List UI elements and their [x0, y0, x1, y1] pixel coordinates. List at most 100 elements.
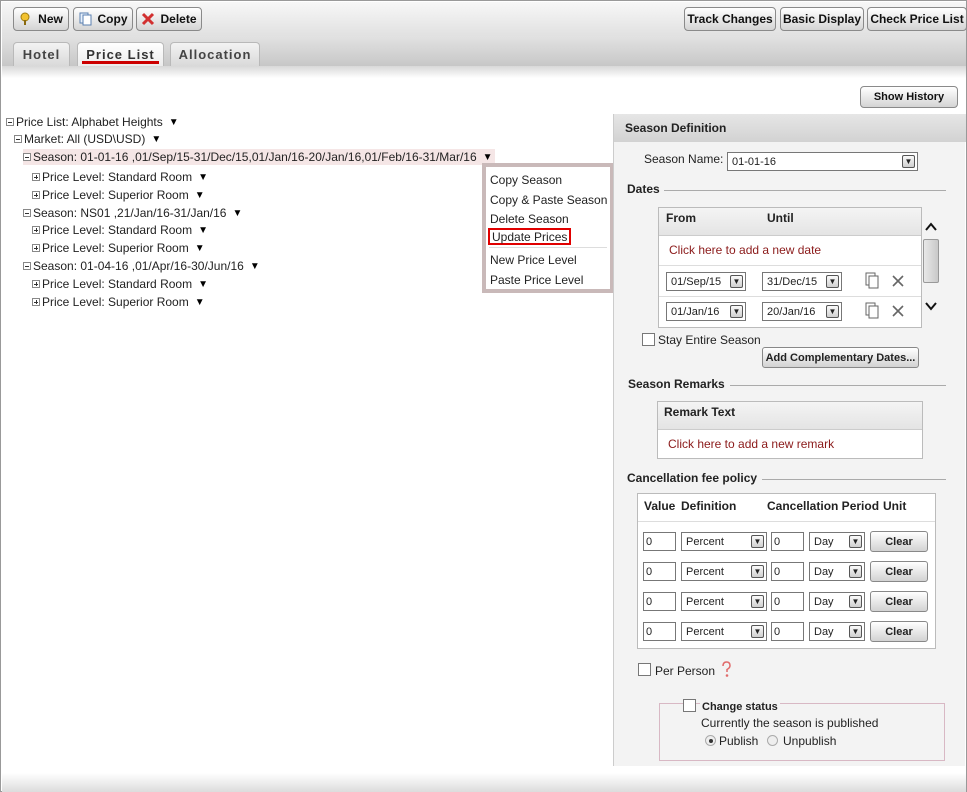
delete-button[interactable]: Delete	[136, 7, 202, 31]
remove-icon[interactable]	[891, 274, 905, 288]
publish-radio[interactable]	[705, 735, 716, 746]
tree-season-3[interactable]: Season: 01-04-16 ,01/Apr/16-30/Jun/16 ▼	[23, 258, 260, 274]
stay-entire-season-checkbox[interactable]	[642, 333, 655, 346]
expand-icon[interactable]	[32, 298, 40, 306]
dropdown-arrow-icon[interactable]: ▼	[198, 279, 208, 290]
tree-price-level[interactable]: Price Level: Standard Room ▼	[32, 169, 208, 185]
help-icon[interactable]	[720, 661, 732, 678]
menu-item-new-price-level[interactable]: New Price Level	[490, 251, 577, 268]
tree-season-1[interactable]: Season: 01-01-16 ,01/Sep/15-31/Dec/15,01…	[23, 149, 495, 165]
dropdown-arrow-icon[interactable]: ▼	[730, 275, 743, 288]
duplicate-icon[interactable]	[865, 302, 879, 319]
definition-select[interactable]: Percent ▼	[681, 532, 767, 551]
clear-button[interactable]: Clear	[870, 621, 928, 642]
dropdown-arrow-icon[interactable]: ▼	[483, 152, 493, 163]
dropdown-arrow-icon[interactable]: ▼	[232, 208, 242, 219]
show-history-button[interactable]: Show History	[860, 86, 958, 108]
menu-item-update-prices[interactable]: Update Prices	[488, 228, 572, 245]
menu-item-copy-season[interactable]: Copy Season	[490, 171, 562, 188]
dropdown-arrow-icon[interactable]: ▼	[195, 190, 205, 201]
expand-icon[interactable]	[32, 173, 40, 181]
collapse-icon[interactable]	[23, 209, 31, 217]
until-date-select[interactable]: 20/Jan/16 ▼	[762, 302, 842, 321]
dropdown-arrow-icon[interactable]: ▼	[730, 305, 743, 318]
definition-select[interactable]: Percent ▼	[681, 562, 767, 581]
dropdown-arrow-icon[interactable]: ▼	[849, 625, 862, 638]
scroll-down-icon[interactable]	[923, 300, 939, 312]
unpublish-radio[interactable]	[767, 735, 778, 746]
period-input[interactable]: 0	[771, 592, 804, 611]
scrollbar-thumb[interactable]	[923, 239, 939, 283]
definition-select[interactable]: Percent ▼	[681, 622, 767, 641]
expand-icon[interactable]	[32, 226, 40, 234]
tree-root[interactable]: Price List: Alphabet Heights ▼	[6, 114, 179, 130]
tab-price-list[interactable]: Price List	[77, 42, 164, 66]
tree-price-level[interactable]: Price Level: Standard Room ▼	[32, 276, 208, 292]
period-input[interactable]: 0	[771, 622, 804, 641]
collapse-icon[interactable]	[6, 118, 14, 126]
dropdown-arrow-icon[interactable]: ▼	[198, 172, 208, 183]
until-date-select[interactable]: 31/Dec/15 ▼	[762, 272, 842, 291]
check-price-list-button[interactable]: Check Price List	[867, 7, 967, 31]
new-button[interactable]: New	[13, 7, 69, 31]
dropdown-arrow-icon[interactable]: ▼	[849, 595, 862, 608]
dropdown-arrow-icon[interactable]: ▼	[826, 275, 839, 288]
value-input[interactable]: 0	[643, 532, 676, 551]
track-changes-button[interactable]: Track Changes	[684, 7, 776, 31]
menu-item-copy-paste-season[interactable]: Copy & Paste Season	[490, 191, 607, 208]
unit-select[interactable]: Day ▼	[809, 562, 865, 581]
expand-icon[interactable]	[32, 191, 40, 199]
dropdown-arrow-icon[interactable]: ▼	[849, 535, 862, 548]
dropdown-arrow-icon[interactable]: ▼	[169, 117, 179, 128]
dropdown-arrow-icon[interactable]: ▼	[902, 155, 915, 168]
dropdown-arrow-icon[interactable]: ▼	[751, 625, 764, 638]
dropdown-arrow-icon[interactable]: ▼	[151, 134, 161, 145]
add-remark-link[interactable]: Click here to add a new remark	[668, 437, 834, 451]
copy-button[interactable]: Copy	[73, 7, 133, 31]
add-complementary-dates-button[interactable]: Add Complementary Dates...	[762, 347, 919, 368]
dropdown-arrow-icon[interactable]: ▼	[195, 243, 205, 254]
tree-price-level[interactable]: Price Level: Superior Room ▼	[32, 294, 205, 310]
value-input[interactable]: 0	[643, 592, 676, 611]
clear-button[interactable]: Clear	[870, 561, 928, 582]
tree-market[interactable]: Market: All (USD\USD) ▼	[14, 131, 161, 147]
unit-select[interactable]: Day ▼	[809, 592, 865, 611]
dropdown-arrow-icon[interactable]: ▼	[849, 565, 862, 578]
scroll-up-icon[interactable]	[923, 221, 939, 233]
tree-price-level[interactable]: Price Level: Superior Room ▼	[32, 240, 205, 256]
dropdown-arrow-icon[interactable]: ▼	[195, 297, 205, 308]
unit-select[interactable]: Day ▼	[809, 532, 865, 551]
dropdown-arrow-icon[interactable]: ▼	[198, 225, 208, 236]
collapse-icon[interactable]	[23, 262, 31, 270]
collapse-icon[interactable]	[14, 135, 22, 143]
period-input[interactable]: 0	[771, 532, 804, 551]
remove-icon[interactable]	[891, 304, 905, 318]
collapse-icon[interactable]	[23, 153, 31, 161]
value-input[interactable]: 0	[643, 622, 676, 641]
menu-item-delete-season[interactable]: Delete Season	[490, 210, 569, 227]
clear-button[interactable]: Clear	[870, 531, 928, 552]
tree-price-level[interactable]: Price Level: Standard Room ▼	[32, 222, 208, 238]
period-input[interactable]: 0	[771, 562, 804, 581]
menu-item-paste-price-level[interactable]: Paste Price Level	[490, 271, 583, 288]
tree-price-level[interactable]: Price Level: Superior Room ▼	[32, 187, 205, 203]
unit-select[interactable]: Day ▼	[809, 622, 865, 641]
dropdown-arrow-icon[interactable]: ▼	[751, 565, 764, 578]
clear-button[interactable]: Clear	[870, 591, 928, 612]
tab-hotel[interactable]: Hotel	[13, 42, 70, 66]
basic-display-button[interactable]: Basic Display	[780, 7, 864, 31]
dropdown-arrow-icon[interactable]: ▼	[250, 261, 260, 272]
expand-icon[interactable]	[32, 280, 40, 288]
dropdown-arrow-icon[interactable]: ▼	[826, 305, 839, 318]
duplicate-icon[interactable]	[865, 272, 879, 289]
value-input[interactable]: 0	[643, 562, 676, 581]
definition-select[interactable]: Percent ▼	[681, 592, 767, 611]
dropdown-arrow-icon[interactable]: ▼	[751, 595, 764, 608]
dropdown-arrow-icon[interactable]: ▼	[751, 535, 764, 548]
tree-season-2[interactable]: Season: NS01 ,21/Jan/16-31/Jan/16 ▼	[23, 205, 242, 221]
change-status-checkbox[interactable]	[683, 699, 696, 712]
tab-allocation[interactable]: Allocation	[170, 42, 260, 66]
per-person-checkbox[interactable]	[638, 663, 651, 676]
from-date-select[interactable]: 01/Sep/15 ▼	[666, 272, 746, 291]
season-name-select[interactable]: 01-01-16 ▼	[727, 152, 918, 171]
